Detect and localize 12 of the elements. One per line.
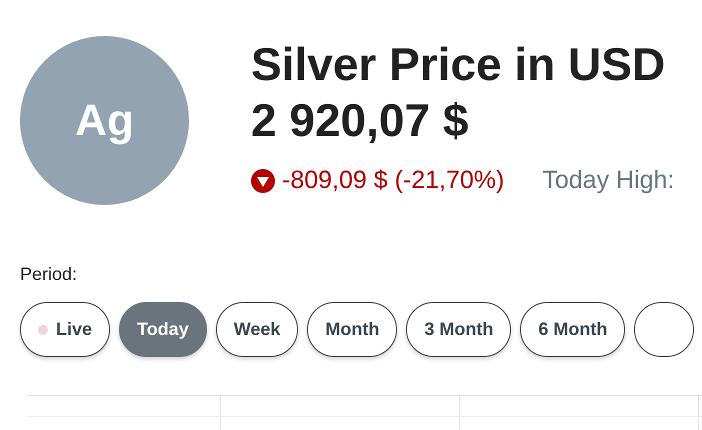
period-tab[interactable]: Month (307, 302, 398, 357)
page-title: Silver Price in USD (251, 37, 666, 92)
period-label: Period: (20, 263, 78, 286)
period-tab[interactable]: 6 Month (520, 302, 626, 357)
price-change: -809,09 $ (-21,70%) (282, 165, 504, 196)
avatar: Ag (20, 36, 189, 205)
today-high-label: Today High: (542, 165, 674, 196)
period-tab[interactable]: Week (216, 302, 298, 357)
price: 2 920,07 $ (251, 93, 470, 148)
period-tab[interactable]: Live (20, 302, 110, 357)
period-tab[interactable]: Today (119, 302, 207, 357)
period-tab[interactable]: 3 Month (406, 302, 512, 357)
